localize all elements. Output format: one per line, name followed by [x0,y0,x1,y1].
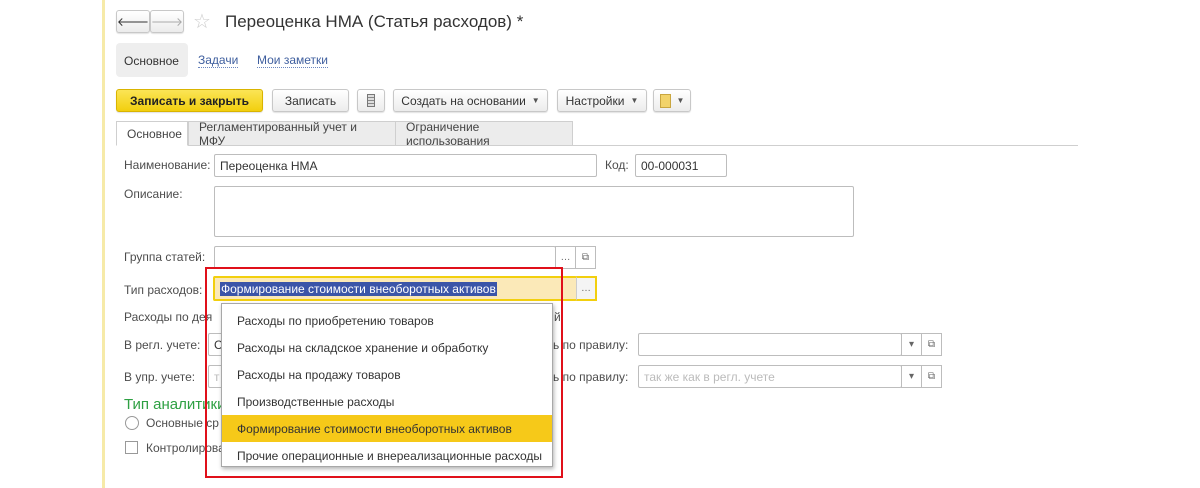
chevron-down-icon: ▼ [676,96,685,105]
dropdown-item[interactable]: Расходы на продажу товаров [222,361,552,388]
regl-label: В регл. учете: [124,338,201,352]
document-list-icon [367,94,375,107]
page-title: Переоценка НМА (Статья расходов) * [225,12,524,31]
name-label: Наименование: [124,158,211,172]
back-button[interactable]: 🡐 [116,10,150,33]
star-icon[interactable]: ☆ [193,9,211,34]
tab-regulated-accounting[interactable]: Регламентированный учет и МФУ [188,120,396,148]
button-label: Создать на основании [401,93,526,108]
tab-usage-restriction[interactable]: Ограничение использования [395,120,573,148]
name-input[interactable]: Переоценка НМА [214,154,597,177]
expense-type-select-button[interactable]: … [576,276,597,301]
forward-button[interactable]: 🡒 [150,10,184,33]
report-icon [659,93,671,108]
window-edge [102,0,105,488]
dropdown-item[interactable]: Прочие операционные и внереализационные … [222,442,552,469]
nav-item-tasks[interactable]: Задачи [198,53,239,68]
expense-type-dropdown: Расходы по приобретению товаров Расходы … [221,303,553,467]
chevron-down-icon: ▼ [630,96,639,105]
selected-text: Формирование стоимости внеоборотных акти… [220,281,497,296]
tab-divider [116,145,1078,146]
nav-item-notes[interactable]: Мои заметки [257,53,328,68]
checkbox-label: Контролирова [146,441,225,455]
expense-type-label: Тип расходов: [124,283,203,297]
upr-label: В упр. учете: [124,370,196,384]
code-label: Код: [605,158,629,172]
chevron-down-icon: ▼ [531,96,540,105]
save-button[interactable]: Записать [272,89,349,112]
expense-type-input[interactable]: Формирование стоимости внеоборотных акти… [213,276,577,301]
open-icon[interactable]: ⧉ [575,246,596,269]
group-label: Группа статей: [124,250,206,264]
open-icon[interactable]: ⧉ [921,365,942,388]
rule-upr-input[interactable]: так же как в регл. учете [638,365,902,388]
arrow-right-icon: 🡒 [150,15,184,29]
dropdown-item[interactable]: Расходы на складское хранение и обработк… [222,334,552,361]
code-input[interactable]: 00-000031 [635,154,727,177]
open-icon[interactable]: ⧉ [921,333,942,356]
report-button[interactable]: ▼ [653,89,691,112]
rule-regl-label: ь по правилу: [553,338,629,352]
button-label: Настройки [565,93,625,108]
description-label: Описание: [124,187,183,201]
group-select-button[interactable]: … [555,246,576,269]
settings-button[interactable]: Настройки ▼ [557,89,647,112]
tab-main[interactable]: Основное [116,121,188,146]
activity-label: Расходы по дея [124,310,213,324]
save-and-close-button[interactable]: Записать и закрыть [116,89,263,112]
rule-upr-label: ь по правилу: [553,370,629,384]
radio-label: Основные ср [146,416,219,430]
radio-button[interactable] [125,416,139,430]
description-textarea[interactable] [214,186,854,237]
rule-regl-input[interactable] [638,333,902,356]
dropdown-item-selected[interactable]: Формирование стоимости внеоборотных акти… [222,415,552,442]
chevron-down-icon[interactable]: ▾ [901,365,922,388]
list-button[interactable] [357,89,385,112]
nav-item-label: Основное [124,54,179,68]
group-input[interactable] [214,246,556,269]
nav-item-main[interactable]: Основное [116,43,188,77]
dropdown-item[interactable]: Расходы по приобретению товаров [222,307,552,334]
arrow-left-icon: 🡐 [116,15,150,29]
checkbox[interactable] [125,441,138,454]
activity-label-tail: й [554,310,561,324]
analytics-heading: Тип аналитики [124,396,226,413]
create-based-on-button[interactable]: Создать на основании ▼ [393,89,548,112]
dropdown-item[interactable]: Производственные расходы [222,388,552,415]
chevron-down-icon[interactable]: ▾ [901,333,922,356]
